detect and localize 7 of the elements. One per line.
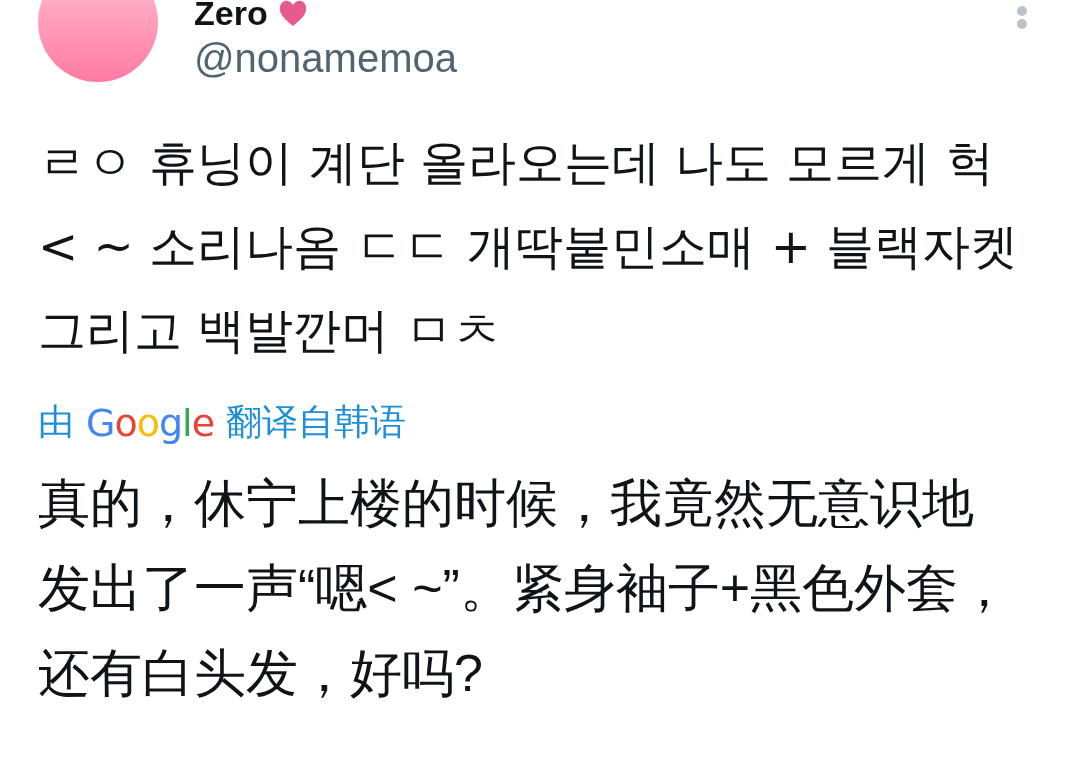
google-logo[interactable]: Google bbox=[86, 400, 215, 445]
user-handle[interactable]: @nonamemoa bbox=[194, 32, 457, 84]
translated-text: 真的，休宁上楼的时候，我竟然无意识地发出了一声“嗯< ~”。紧身袖子+黑色外套，还有白头发，好吗? bbox=[38, 473, 1012, 704]
translation-source[interactable]: 翻译自韩语 bbox=[226, 398, 407, 447]
tweet-text: ㄹㅇ 휴닝이 계단 올라오는데 나도 모르게 헉 < ~ 소리나옴 ㄷㄷ 개딱붙민소매 + 블랙자켓 그리고 백발깐머 ㅁㅊ bbox=[38, 133, 1020, 360]
display-name: Zero bbox=[194, 0, 268, 32]
translation-prefix: 由 bbox=[38, 400, 74, 444]
